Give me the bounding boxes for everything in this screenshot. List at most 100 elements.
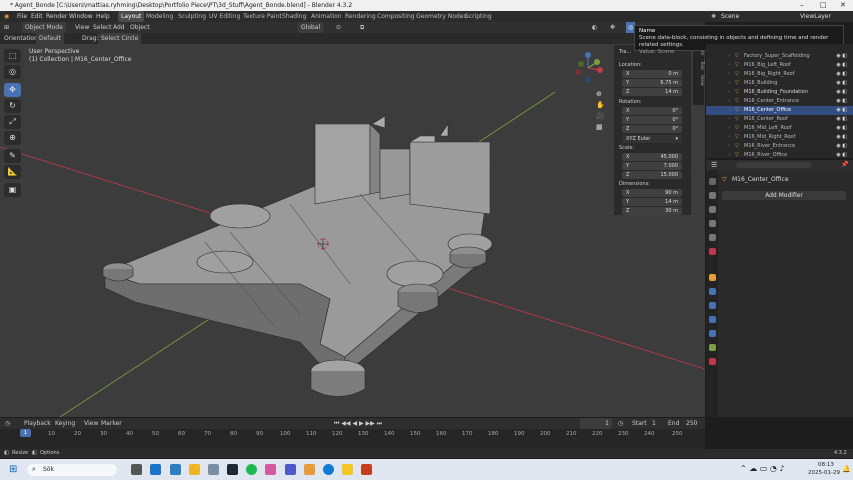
menu-marker[interactable]: Marker: [101, 418, 122, 429]
modifier-tab-icon[interactable]: [709, 288, 716, 295]
outliner-row[interactable]: › ▽ M16_Building ◉ ◧: [706, 79, 853, 88]
menu-timeline-view[interactable]: View: [84, 418, 98, 429]
app-icon[interactable]: [265, 464, 276, 475]
zoom-icon[interactable]: ⊕: [596, 90, 606, 101]
taskbar-search-input[interactable]: ⌕ Sök: [27, 464, 117, 476]
tab-animation[interactable]: Animation: [311, 11, 342, 22]
visibility-icon[interactable]: ◐: [592, 22, 597, 33]
render-tab-icon[interactable]: [709, 192, 716, 199]
properties-search-input[interactable]: [736, 162, 811, 168]
menu-add[interactable]: Add: [113, 22, 125, 33]
particles-tab-icon[interactable]: [709, 302, 716, 309]
location-x-field[interactable]: X0 m: [622, 70, 682, 78]
tab-texture-paint[interactable]: Texture Paint: [243, 11, 282, 22]
outliner-row-selected[interactable]: › ▽ M16_Center_Office ◉ ◧: [706, 106, 853, 115]
gizmo-icon[interactable]: ✥: [610, 22, 615, 33]
menu-object[interactable]: Object: [130, 22, 150, 33]
annotate-icon[interactable]: ✎: [4, 149, 21, 163]
edge-icon[interactable]: [323, 464, 334, 475]
scene-name[interactable]: Scene: [721, 11, 739, 22]
steam-icon[interactable]: [227, 464, 238, 475]
measure-icon[interactable]: 📐: [4, 165, 21, 179]
select-box-icon[interactable]: ⬚: [4, 49, 21, 63]
rotation-z-field[interactable]: Z 0°: [622, 125, 682, 133]
mode-dropdown[interactable]: Object Mode: [22, 22, 66, 33]
transform-section-label[interactable]: Tra...: [619, 49, 631, 55]
transform-icon[interactable]: ⊕: [4, 131, 21, 145]
clock-time[interactable]: 08:13: [818, 462, 834, 468]
menu-render[interactable]: Render: [46, 11, 67, 22]
close-button[interactable]: ✕: [840, 0, 846, 11]
tray-icons[interactable]: ⌃ ☁ ▭ ◔ ♪: [740, 464, 785, 473]
menu-view[interactable]: View: [75, 22, 89, 33]
menu-playback[interactable]: Playback: [24, 418, 51, 429]
tab-view[interactable]: View: [699, 75, 704, 86]
scale-y-field[interactable]: Y 7.000: [622, 162, 682, 170]
pan-hand-icon[interactable]: ✋: [596, 101, 606, 112]
tab-layout[interactable]: Layout: [118, 11, 145, 22]
blender-icon[interactable]: [304, 464, 315, 475]
timeline[interactable]: 1 10 20 30 40 50 60 70 80 90 100 110 120…: [0, 429, 705, 449]
pivot-icon[interactable]: ⊙: [336, 22, 341, 33]
add-cube-icon[interactable]: ▣: [4, 183, 21, 197]
end-field[interactable]: 250: [686, 418, 697, 429]
dimensions-z-field[interactable]: Z 30 m: [622, 207, 682, 215]
dimensions-x-field[interactable]: X 90 m: [622, 189, 682, 197]
add-modifier-button[interactable]: Add Modifier: [722, 191, 846, 200]
location-z-field[interactable]: Z 14 m: [622, 88, 682, 96]
ortho-grid-icon[interactable]: ▦: [596, 123, 606, 134]
view-layer-name[interactable]: ViewLayer: [800, 11, 831, 22]
blender-logo-icon[interactable]: ◉: [4, 11, 9, 22]
scale-z-field[interactable]: Z 15.000: [622, 171, 682, 179]
menu-select[interactable]: Select: [93, 22, 112, 33]
start-field[interactable]: 1: [652, 418, 656, 429]
task-view-icon[interactable]: [131, 464, 142, 475]
camera-icon[interactable]: 🎥: [596, 112, 606, 123]
app-icon[interactable]: [170, 464, 181, 475]
playhead[interactable]: 1: [20, 429, 31, 437]
outliner-row[interactable]: › ▽ M16_Mid_Right_Roof ◉ ◧: [706, 133, 853, 142]
orientation-dropdown[interactable]: Default: [36, 33, 64, 44]
menu-help[interactable]: Help: [96, 11, 110, 22]
constraints-tab-icon[interactable]: [709, 330, 716, 337]
current-frame-field[interactable]: 1: [580, 418, 612, 429]
tab-uv-editing[interactable]: UV Editing: [209, 11, 240, 22]
tab-shading[interactable]: Shading: [282, 11, 306, 22]
view-layer-tab-icon[interactable]: [709, 220, 716, 227]
dimensions-y-field[interactable]: Y 14 m: [622, 198, 682, 206]
scale-icon[interactable]: ⤢: [4, 115, 21, 129]
properties-editor-icon[interactable]: ☰: [711, 161, 717, 169]
pin-icon[interactable]: 📌: [841, 161, 848, 168]
clock-date[interactable]: 2025-01-29: [808, 470, 840, 476]
physics-tab-icon[interactable]: [709, 316, 716, 323]
tool-tab-icon[interactable]: [709, 178, 716, 185]
maximize-button[interactable]: □: [820, 0, 827, 11]
scene-tab-icon[interactable]: [709, 234, 716, 241]
powerpoint-icon[interactable]: [361, 464, 372, 475]
snap-icon[interactable]: ⧉: [360, 22, 364, 33]
menu-keying[interactable]: Keying: [55, 418, 75, 429]
teams-icon[interactable]: [285, 464, 296, 475]
tab-scripting[interactable]: Scripting: [465, 11, 492, 22]
timeline-editor-icon[interactable]: ◷: [5, 418, 10, 429]
tab-sculpting[interactable]: Sculpting: [178, 11, 206, 22]
tab-compositing[interactable]: Compositing: [377, 11, 415, 22]
object-name-field[interactable]: M16_Center_Office: [732, 176, 789, 183]
rotation-mode-dropdown[interactable]: XYZ Euler ▾: [622, 135, 682, 143]
app-icon[interactable]: [208, 464, 219, 475]
rotate-icon[interactable]: ↻: [4, 99, 21, 113]
object-tab-icon[interactable]: [709, 274, 716, 281]
file-explorer-icon[interactable]: [189, 464, 200, 475]
material-tab-icon[interactable]: [709, 358, 716, 365]
minimize-button[interactable]: –: [800, 0, 804, 11]
outliner-row[interactable]: › ▽ Factory_Super_Scaffolding ◉ ◧: [706, 52, 853, 61]
scale-x-field[interactable]: X 45.000: [622, 153, 682, 161]
menu-file[interactable]: File: [17, 11, 27, 22]
notification-icon[interactable]: 🔔: [842, 465, 851, 473]
outliner-row[interactable]: › ▽ M16_Mid_Left_Roof ◉ ◧: [706, 124, 853, 133]
windows-start-icon[interactable]: ⊞: [9, 464, 17, 475]
cursor-icon[interactable]: ◎: [4, 65, 21, 79]
tab-modeling[interactable]: Modeling: [146, 11, 173, 22]
outliner-row[interactable]: › ▽ M16_Center_Roof ◉ ◧: [706, 115, 853, 124]
menu-window[interactable]: Window: [69, 11, 93, 22]
